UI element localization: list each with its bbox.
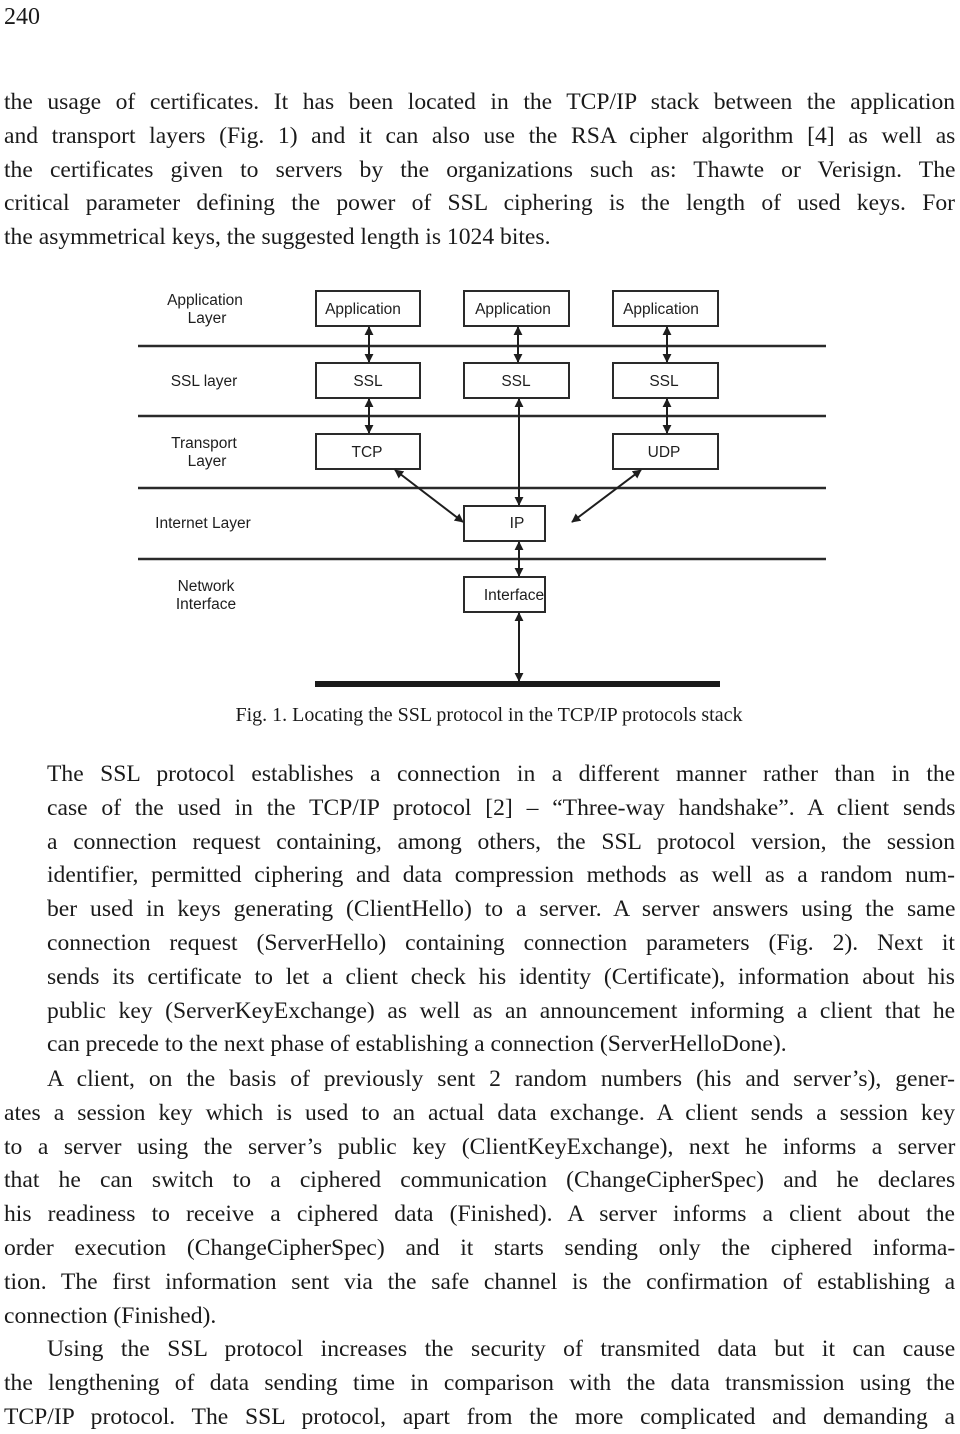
text-line: the asymmetrical keys, the suggested len… bbox=[4, 224, 551, 251]
text-line: the certificates given to servers by the… bbox=[4, 156, 956, 183]
box-label-tcp: TCP bbox=[352, 444, 383, 461]
layer-label-ssl: SSL layer bbox=[171, 373, 238, 390]
arrow-tcp-ip bbox=[394, 469, 464, 523]
figure-caption-text: Fig. 1. Locating the SSL protocol in the… bbox=[235, 704, 743, 726]
text-line: can precede to the next phase of establi… bbox=[47, 1031, 787, 1058]
text-line: that he can switch to a ciphered communi… bbox=[4, 1167, 956, 1194]
box-label-ip: IP bbox=[510, 515, 525, 532]
text-line: his readiness to receive a ciphered data… bbox=[4, 1201, 955, 1228]
figure-tcpip-ssl-stack: Application Layer SSL layer Transport La… bbox=[0, 280, 960, 700]
text-line: TCP/IP protocol. The SSL protocol, apart… bbox=[4, 1403, 955, 1430]
layer-label-network-line1: Network bbox=[178, 578, 235, 595]
paragraph-client: A client, on the basis of previously sen… bbox=[4, 1063, 955, 1333]
layer-label-application-line1: Application bbox=[167, 292, 243, 309]
arrow-udp-ip bbox=[571, 469, 642, 523]
text-line: connection (Finished). bbox=[4, 1302, 217, 1329]
text-line: A client, on the basis of previously sen… bbox=[47, 1066, 955, 1092]
box-label-application-2: Application bbox=[475, 301, 551, 318]
text-line: public key (ServerKeyExchange) as well a… bbox=[47, 997, 956, 1024]
layer-label-application-line2: Layer bbox=[188, 310, 227, 327]
paragraph-intro: the usage of certificates. It has been l… bbox=[4, 86, 955, 255]
text-line: sends its certificate to let a client ch… bbox=[47, 963, 955, 990]
figure-caption: Fig. 1. Locating the SSL protocol in the… bbox=[0, 702, 960, 728]
text-line: connection request (ServerHello) contain… bbox=[47, 929, 955, 956]
page-number: 240 bbox=[4, 4, 40, 30]
box-ip bbox=[463, 505, 546, 542]
text-line: ates a session key which is used to an a… bbox=[4, 1099, 955, 1126]
text-line: the lengthening of data sending time in … bbox=[4, 1369, 955, 1396]
box-label-ssl-2: SSL bbox=[501, 373, 531, 390]
text-line: identifier, permitted ciphering and data… bbox=[47, 862, 955, 889]
text-line: a connection request containing, among o… bbox=[47, 828, 955, 855]
text-line: and transport layers (Fig. 1) and it can… bbox=[4, 122, 956, 149]
text-line: order execution (ChangeCipherSpec) and i… bbox=[4, 1234, 956, 1261]
box-label-application-3: Application bbox=[623, 301, 699, 318]
paragraph-using: Using the SSL protocol increases the sec… bbox=[4, 1333, 955, 1434]
text-line: case of the used in the TCP/IP protocol … bbox=[47, 794, 956, 821]
layer-label-transport-line1: Transport bbox=[171, 435, 237, 452]
box-label-application-1: Application bbox=[325, 301, 401, 318]
text-line: tion. The first information sent via the… bbox=[4, 1268, 956, 1295]
box-label-ssl-1: SSL bbox=[353, 373, 383, 390]
layer-label-internet: Internet Layer bbox=[155, 515, 251, 532]
text-line: to a server using the server’s public ke… bbox=[4, 1133, 956, 1160]
text-line: the usage of certificates. It has been l… bbox=[4, 89, 956, 115]
text-line: The SSL protocol establishes a connectio… bbox=[47, 761, 956, 787]
paragraph-handshake: The SSL protocol establishes a connectio… bbox=[4, 758, 955, 1062]
text-line: critical parameter defining the power of… bbox=[4, 190, 955, 217]
layer-label-transport-line2: Layer bbox=[188, 453, 227, 470]
text-line: ber used in keys generating (ClientHello… bbox=[47, 896, 956, 923]
network-medium-bar bbox=[315, 681, 720, 687]
box-label-ssl-3: SSL bbox=[649, 373, 679, 390]
box-label-interface: Interface bbox=[484, 587, 544, 604]
box-label-udp: UDP bbox=[648, 444, 681, 461]
layer-label-network-line2: Interface bbox=[176, 596, 236, 613]
diagram-svg: Application Layer SSL layer Transport La… bbox=[138, 290, 826, 687]
text-line: Using the SSL protocol increases the sec… bbox=[47, 1336, 956, 1362]
